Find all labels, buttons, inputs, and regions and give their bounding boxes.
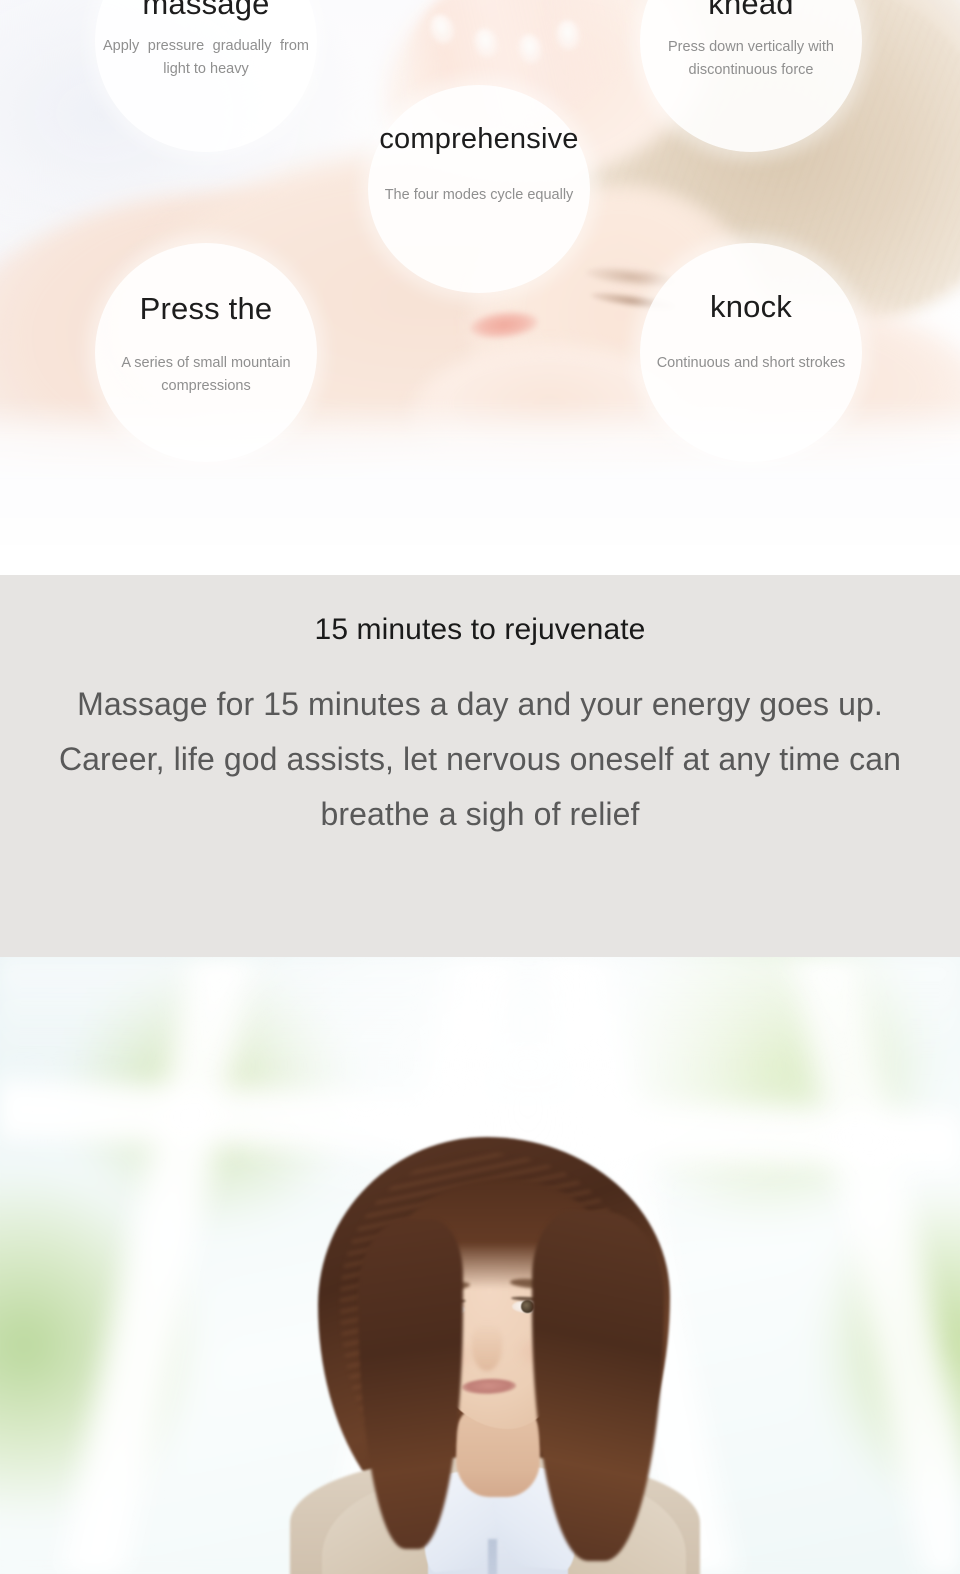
massage-modes-section: massage Apply pressure gradually from li…: [0, 0, 960, 545]
mode-description: Continuous and short strokes: [656, 355, 846, 371]
mode-title: knead: [708, 0, 794, 21]
mode-description: A series of small mountain compressions: [121, 355, 291, 395]
woman-portrait: [290, 1127, 700, 1574]
mode-title: knock: [710, 289, 792, 324]
mode-description: Press down vertically with discontinuous…: [668, 39, 834, 79]
mode-title: Press the: [139, 291, 273, 326]
shirt-placket: [488, 1539, 497, 1574]
product-detail-page: massage Apply pressure gradually from li…: [0, 0, 960, 1574]
rejuvenate-section: 15 minutes to rejuvenate Massage for 15 …: [0, 575, 960, 957]
portrait-section: [0, 957, 960, 1574]
mode-circle-knock: knock Continuous and short strokes: [640, 243, 862, 462]
mode-description: Apply pressure gradually from light to h…: [103, 38, 309, 78]
nose-shape: [472, 1323, 502, 1371]
mode-circle-press: Press the A series of small mountain com…: [95, 243, 317, 462]
rejuvenate-body-text: Massage for 15 minutes a day and your en…: [58, 686, 902, 833]
mode-description: The four modes cycle equally: [384, 187, 574, 203]
mode-title: massage: [142, 0, 270, 21]
rejuvenate-heading: 15 minutes to rejuvenate: [314, 613, 646, 646]
mode-title: comprehensive: [379, 123, 579, 155]
mode-circle-comprehensive: comprehensive The four modes cycle equal…: [368, 85, 590, 293]
